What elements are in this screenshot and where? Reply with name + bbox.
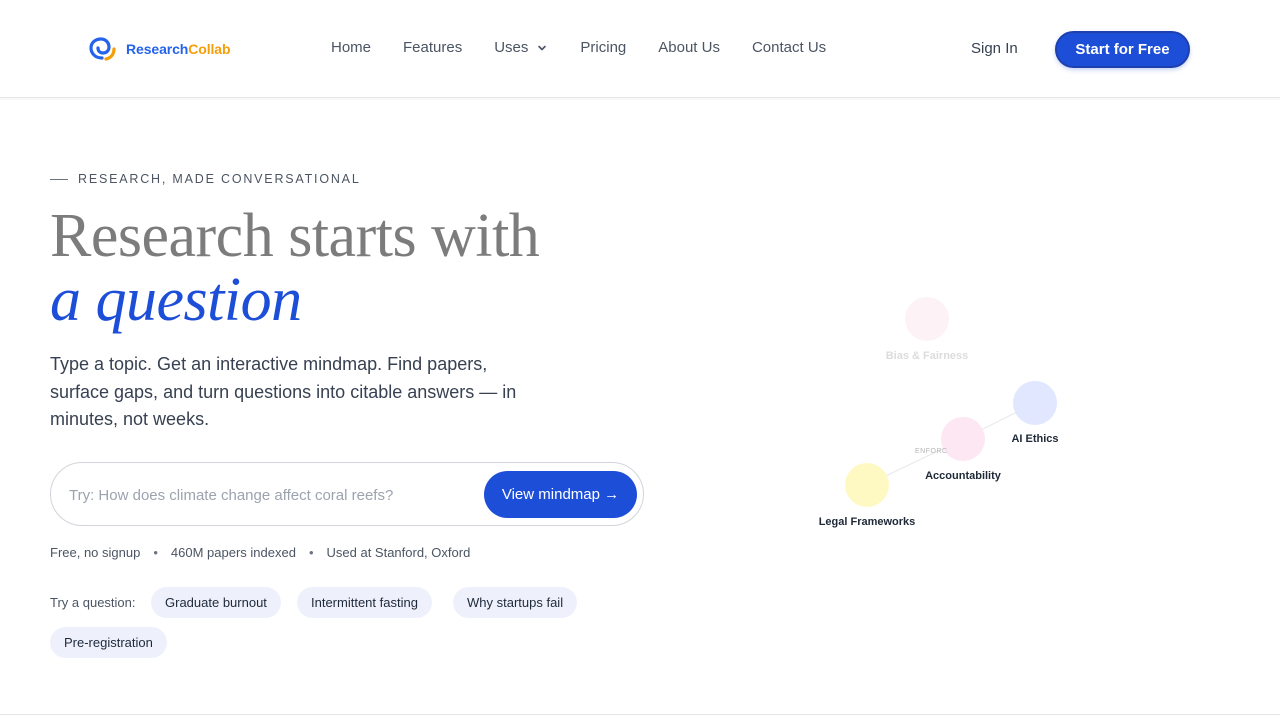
site-header: ResearchCollab Home Features Uses Pricin… xyxy=(0,0,1280,98)
suggestion-chip-pre-registration[interactable]: Pre-registration xyxy=(50,627,167,658)
mindmap-preview: Bias & Fairness AI Ethics ENFORC Account… xyxy=(780,280,1100,550)
headline-line1: Research starts with xyxy=(50,202,540,270)
nav-about[interactable]: About Us xyxy=(658,39,720,56)
start-for-free-button[interactable]: Start for Free xyxy=(1055,31,1190,68)
meta-item-signup: Free, no signup xyxy=(50,545,141,560)
mindmap-node-legal-frameworks[interactable] xyxy=(845,463,889,507)
suggestion-chip-intermittent-fasting[interactable]: Intermittent fasting xyxy=(297,587,432,618)
nav-pricing-label: Pricing xyxy=(580,39,627,56)
nav-contact[interactable]: Contact Us xyxy=(752,39,826,56)
nav-contact-label: Contact Us xyxy=(751,39,827,56)
eyebrow-text: RESEARCH, MADE CONVERSATIONAL xyxy=(78,172,361,186)
logo-icon xyxy=(89,37,116,61)
mindmap-label-ai-ethics: AI Ethics xyxy=(1011,433,1059,445)
meta-separator: • xyxy=(308,545,314,560)
hero-meta: Free, no signup • 460M papers indexed • … xyxy=(50,545,470,560)
hero-headline: Research starts with a question xyxy=(50,202,540,334)
nav-features-label: Features xyxy=(403,39,463,56)
brand-name-part2: Collab xyxy=(188,41,231,57)
mindmap-node-ai-ethics[interactable] xyxy=(1013,381,1057,425)
eyebrow-rule xyxy=(50,178,68,180)
nav-home-label: Home xyxy=(331,39,372,56)
sign-in-link[interactable]: Sign In xyxy=(971,40,1018,57)
mindmap-node-accountability[interactable] xyxy=(941,417,985,461)
mindmap-edge-label: ENFORC xyxy=(915,448,948,455)
nav-features[interactable]: Features xyxy=(403,39,462,56)
hero-eyebrow: RESEARCH, MADE CONVERSATIONAL xyxy=(50,172,361,186)
suggestion-chip-why-startups-fail[interactable]: Why startups fail xyxy=(453,587,578,618)
section-divider xyxy=(0,714,1280,715)
suggestion-chip-graduate-burnout[interactable]: Graduate burnout xyxy=(151,587,281,618)
mindmap-label-accountability: Accountability xyxy=(925,470,1001,482)
brand-logo[interactable]: ResearchCollab xyxy=(88,36,231,62)
mindmap-node-bias-fairness[interactable] xyxy=(905,297,949,341)
meta-item-institutions: Used at Stanford, Oxford xyxy=(326,545,471,560)
meta-item-papers: 460M papers indexed xyxy=(170,545,296,560)
topic-search-input[interactable] xyxy=(69,483,479,507)
nav-about-label: About Us xyxy=(658,39,720,56)
topic-search-bar: View mindmap → xyxy=(50,462,644,526)
hero-subheadline: Type a topic. Get an interactive mindmap… xyxy=(50,354,517,429)
brand-name-part1: Research xyxy=(126,41,189,57)
nav-pricing[interactable]: Pricing xyxy=(580,39,626,56)
meta-separator: • xyxy=(153,545,158,560)
nav-uses-label: Uses xyxy=(494,39,529,56)
view-mindmap-button[interactable]: View mindmap → xyxy=(484,471,637,518)
mindmap-canvas xyxy=(845,297,1057,507)
mindmap-label-bias-fairness: Bias & Fairness xyxy=(885,350,969,362)
nav-uses[interactable]: Uses xyxy=(494,39,548,56)
chevron-down-icon xyxy=(538,45,547,50)
main-nav: Home Features Uses Pricing About Us Cont… xyxy=(331,39,858,56)
mindmap-label-legal-frameworks: Legal Frameworks xyxy=(818,516,916,528)
nav-home[interactable]: Home xyxy=(331,39,371,56)
try-label: Try a question: xyxy=(50,595,136,610)
headline-line2: a question xyxy=(50,266,302,334)
brand-name: ResearchCollab xyxy=(126,41,231,57)
